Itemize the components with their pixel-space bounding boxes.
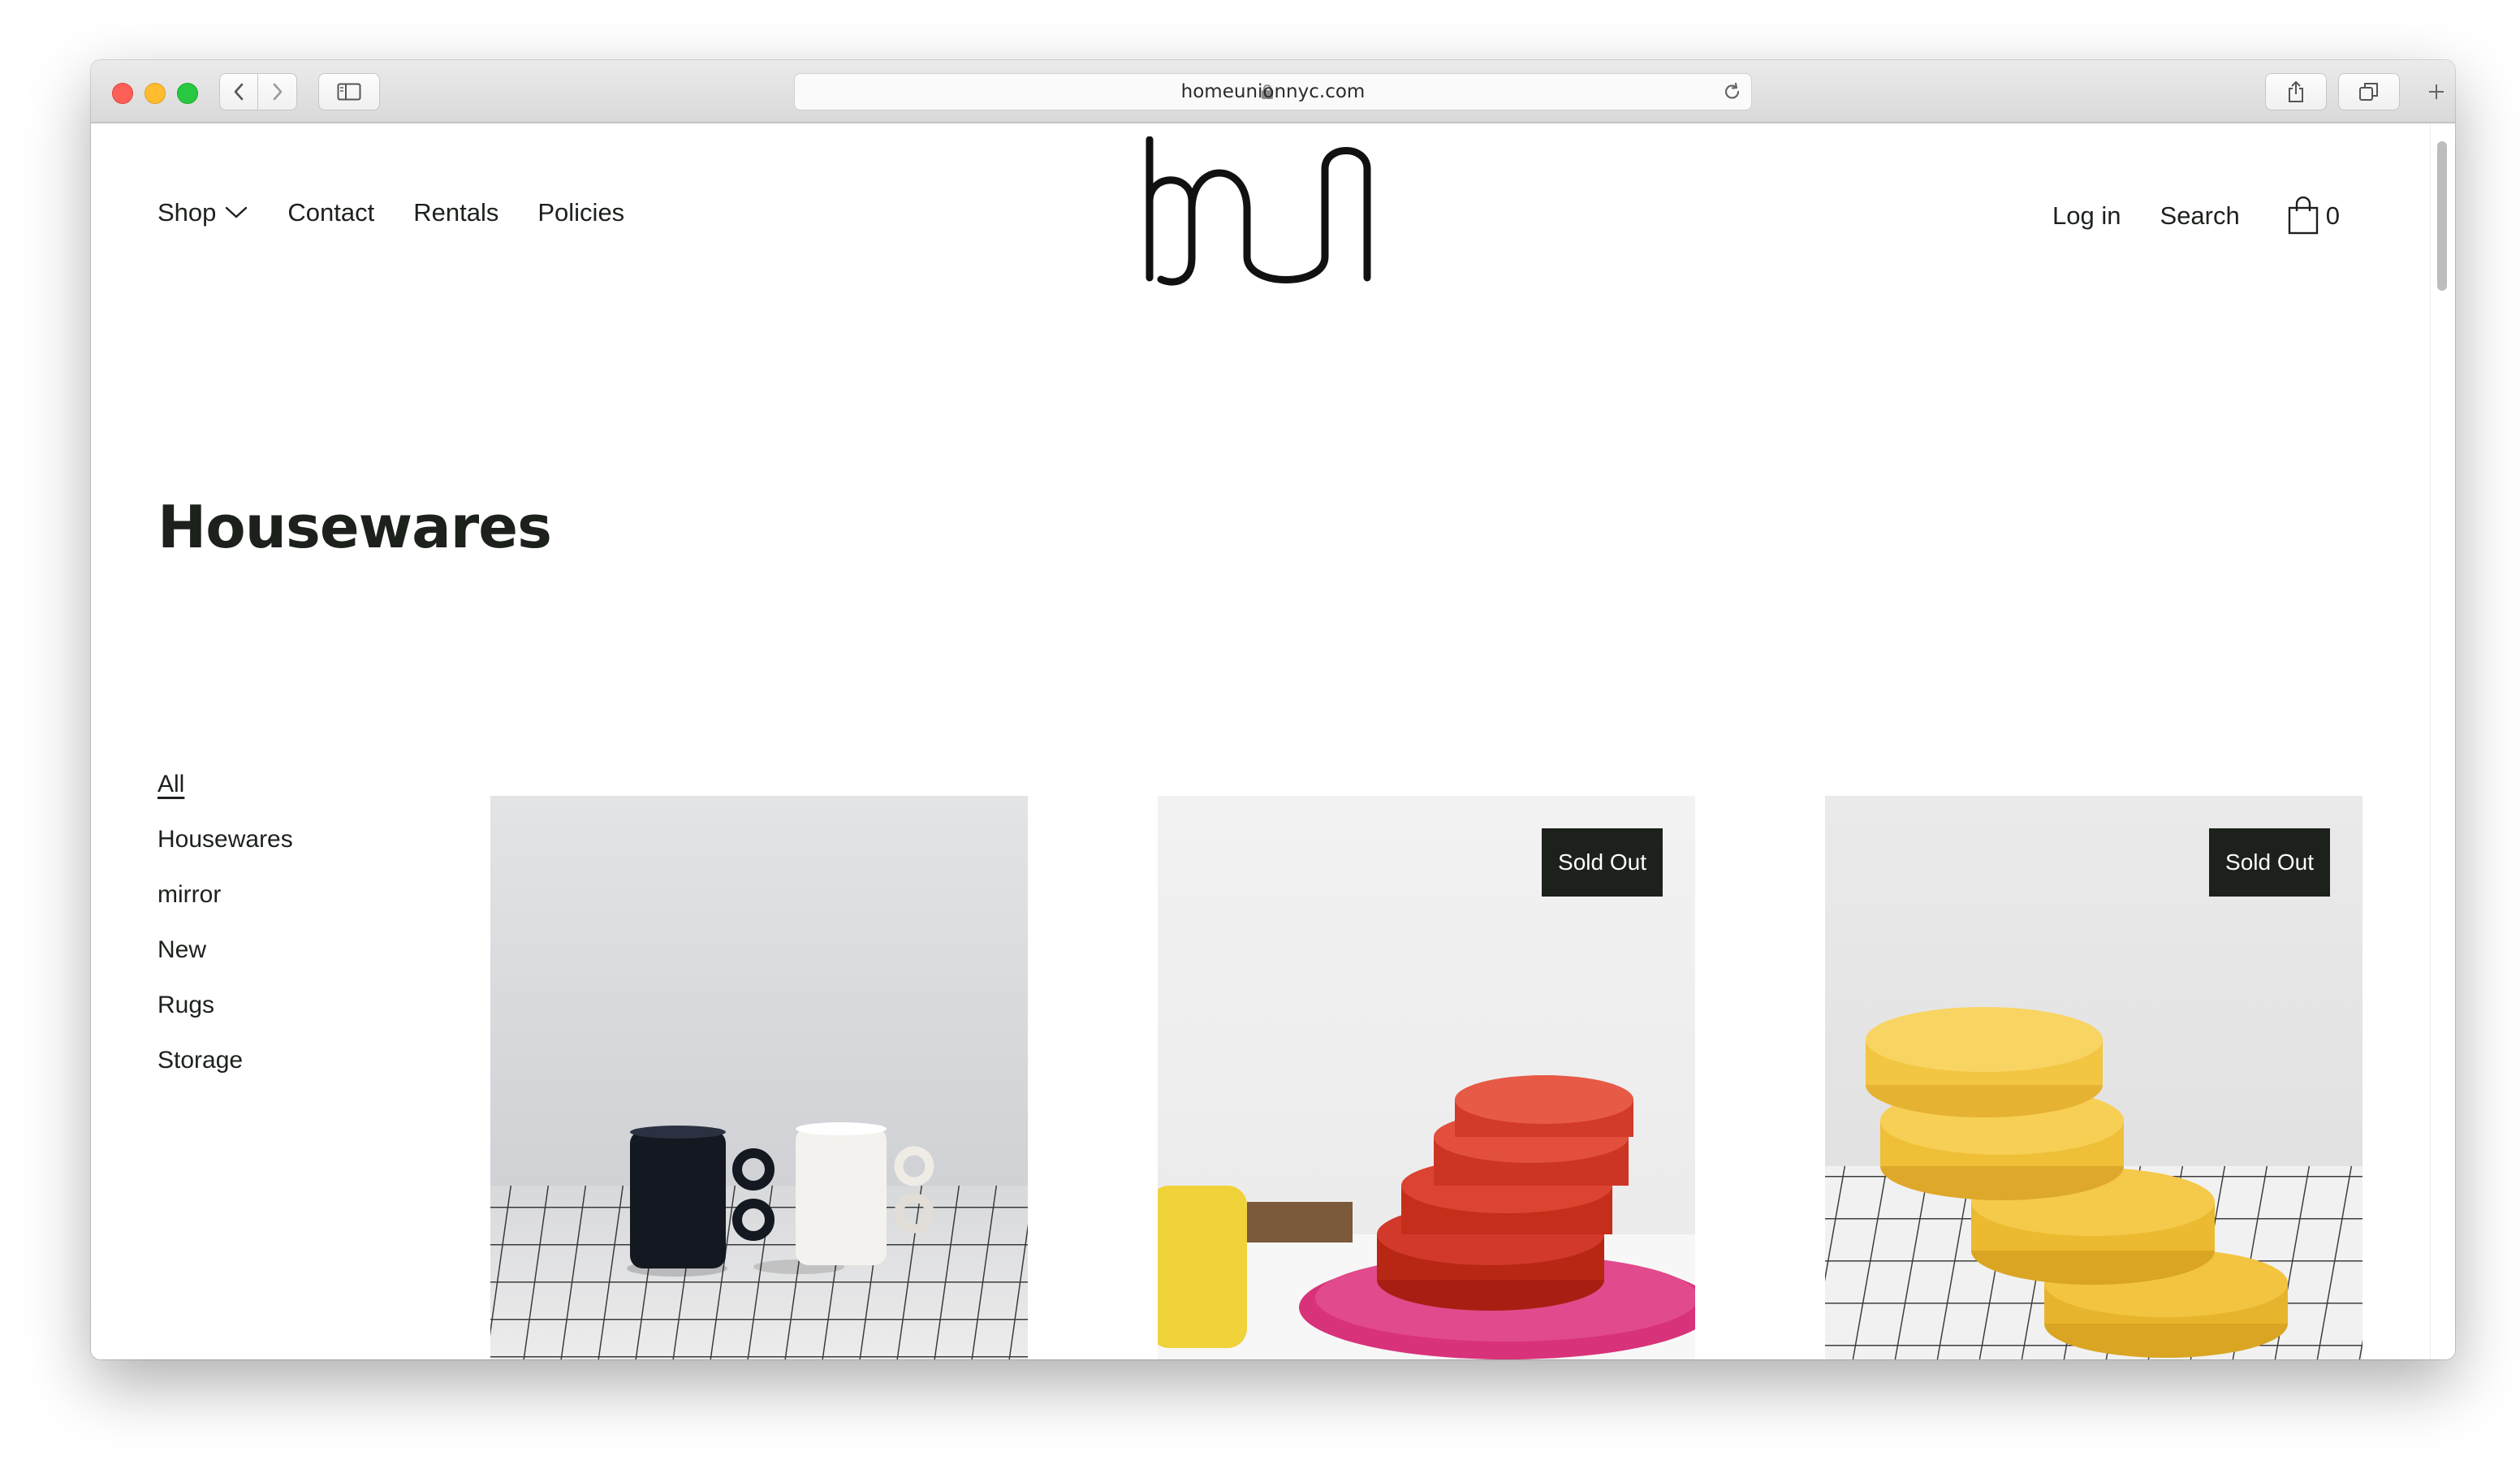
reload-icon[interactable] [1722,82,1743,103]
nav-rentals[interactable]: Rentals [413,198,498,227]
chevron-right-icon [273,83,282,101]
sidebar-toggle-button[interactable] [318,73,380,110]
sold-out-badge: Sold Out [2209,828,2330,897]
account-nav: Log in Search 0 [2013,197,2340,236]
plus-icon [2429,84,2444,99]
filter-new[interactable]: New [158,936,293,992]
zoom-window-button[interactable] [177,83,198,104]
page-scrollbar[interactable] [2430,123,2455,1359]
sold-out-badge: Sold Out [1542,828,1663,897]
web-page: Shop Contact Rentals Policies Log in Sea… [91,123,2455,1359]
back-button[interactable] [219,73,258,110]
tabs-overview-icon [2359,83,2378,101]
nav-shop-label: Shop [158,198,217,227]
nav-shop[interactable]: Shop [158,198,248,227]
filter-rugs[interactable]: Rugs [158,992,293,1047]
filter-mirror[interactable]: mirror [158,881,293,936]
collection-filter-list: All Housewares mirror New Rugs Storage [158,771,293,1102]
address-bar[interactable]: homeunionnyc.com [794,73,1752,110]
filter-housewares[interactable]: Housewares [158,826,293,881]
chevron-down-icon [226,206,248,218]
nav-contact[interactable]: Contact [287,198,374,227]
forward-button[interactable] [258,73,297,110]
share-button[interactable] [2265,73,2327,110]
minimize-window-button[interactable] [145,83,166,104]
browser-toolbar: homeunionnyc.com [91,60,2455,123]
new-tab-button[interactable] [2418,60,2455,123]
cart-link[interactable]: 0 [2287,197,2340,236]
site-logo[interactable] [1138,136,1382,287]
browser-window: homeunionnyc.com Shop Contact Rentals Po… [91,60,2455,1359]
main-nav: Shop Contact Rentals Policies [158,198,663,227]
chevron-left-icon [234,83,244,101]
search-link[interactable]: Search [2160,201,2240,231]
filter-storage[interactable]: Storage [158,1047,293,1102]
show-tabs-button[interactable] [2338,73,2400,110]
sidebar-icon [337,83,361,101]
url-text: homeunionnyc.com [1180,81,1366,102]
product-card-red-stack[interactable]: Sold Out [1158,796,1695,1359]
login-link[interactable]: Log in [2052,201,2121,231]
page-title: Housewares [158,493,552,561]
shopping-bag-icon [2288,197,2318,235]
product-card-yellow-stack[interactable]: Sold Out [1825,796,2362,1359]
filter-all[interactable]: All [158,771,293,826]
nav-policies[interactable]: Policies [537,198,624,227]
share-icon [2289,80,2303,102]
product-card-mugs[interactable] [490,796,1028,1359]
cart-count: 0 [2325,201,2340,230]
scrollbar-thumb[interactable] [2437,141,2447,291]
close-window-button[interactable] [112,83,133,104]
product-image-mugs [490,796,1028,1359]
